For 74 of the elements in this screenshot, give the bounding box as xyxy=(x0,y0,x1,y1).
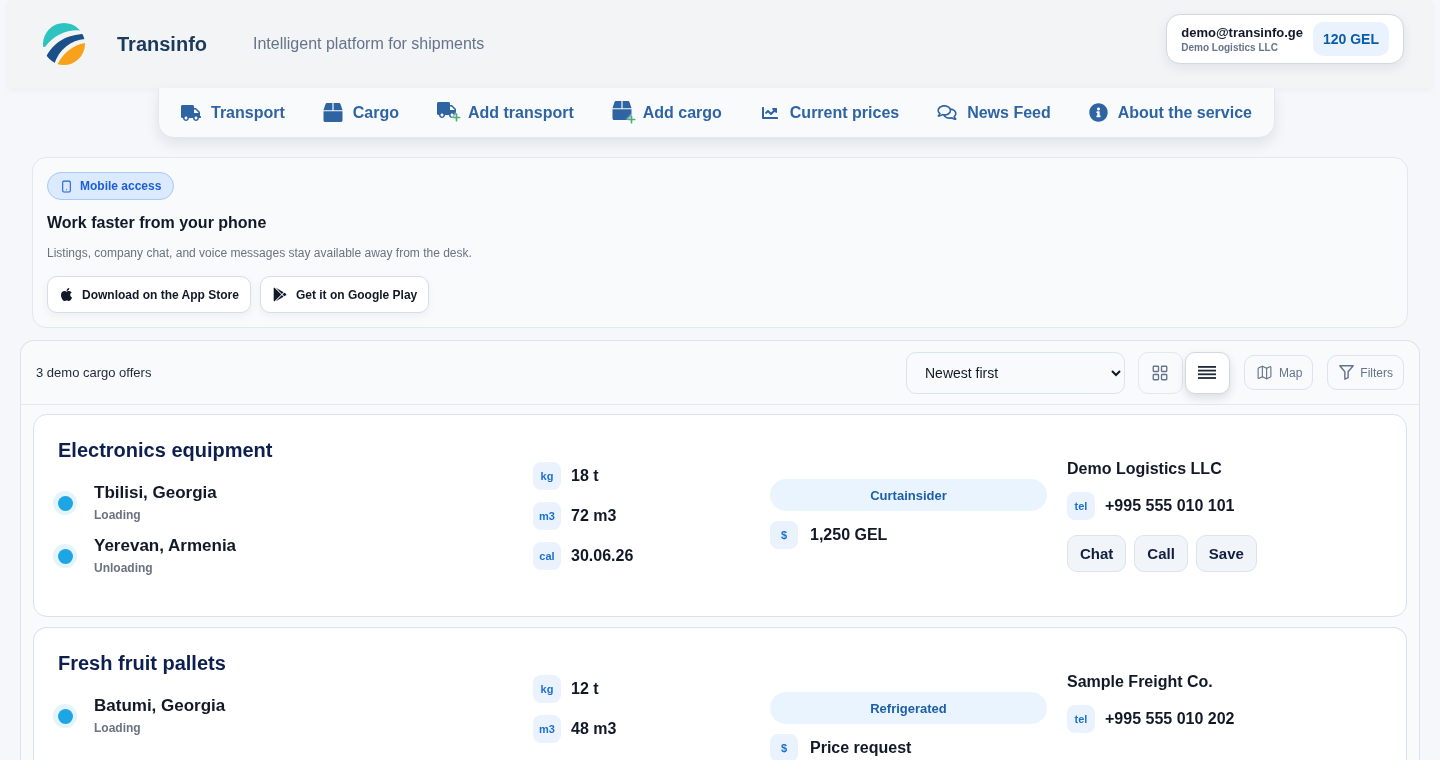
stop-city: Batumi, Georgia xyxy=(94,696,226,716)
body-type-pill: Refrigerated xyxy=(770,692,1047,724)
promo-title: Work faster from your phone xyxy=(47,214,268,232)
grid-view-button[interactable] xyxy=(1138,351,1183,394)
box-icon xyxy=(322,103,343,122)
spec-tag: m3 xyxy=(533,715,561,743)
spec-tag: m3 xyxy=(533,502,561,530)
stop-role: Loading xyxy=(94,720,142,736)
nav-link[interactable]: News Feed xyxy=(937,103,1051,122)
phone-tag: tel xyxy=(1067,705,1095,733)
stop-role: Loading xyxy=(94,507,142,523)
price-tag: $ xyxy=(770,521,798,549)
sort-select[interactable]: Newest first xyxy=(906,351,1125,394)
spec-value: 30.06.26 xyxy=(571,547,634,565)
company-name: Demo Logistics LLC xyxy=(1067,460,1223,478)
box-plus-icon xyxy=(611,100,637,125)
offer-title: Electronics equipment xyxy=(58,438,274,462)
truck-icon xyxy=(181,104,201,121)
stop-city: Tbilisi, Georgia xyxy=(94,483,217,503)
grid-view-icon xyxy=(1151,363,1170,382)
body-type-pill: Curtainsider xyxy=(770,479,1047,511)
nav-link[interactable]: Current prices xyxy=(759,103,900,122)
spec-value: 48 m3 xyxy=(571,720,617,738)
spec-value: 18 t xyxy=(571,467,599,485)
store-button[interactable]: Get it on Google Play xyxy=(259,276,430,313)
stop-role: Unloading xyxy=(94,560,154,576)
card-action-button[interactable]: Call xyxy=(1134,535,1188,572)
phone-number: +995 555 010 202 xyxy=(1105,710,1235,728)
price-value: 1,250 GEL xyxy=(810,526,888,544)
apple-icon xyxy=(60,287,73,302)
spec-value: 12 t xyxy=(571,680,599,698)
brand-name: Transinfo xyxy=(117,32,207,56)
filters-button[interactable]: Filters xyxy=(1327,355,1404,390)
filter-icon xyxy=(1339,365,1355,380)
price-value: Price request xyxy=(810,739,912,757)
brand-logo xyxy=(43,23,85,65)
account-email: demo@transinfo.ge xyxy=(1181,25,1303,40)
route-dot-icon xyxy=(53,704,77,728)
phone-number: +995 555 010 101 xyxy=(1105,497,1235,515)
phone-tag: tel xyxy=(1067,492,1095,520)
nav-link[interactable]: Cargo xyxy=(322,103,399,122)
offer-count: 3 demo cargo offers xyxy=(36,365,152,380)
nav-link[interactable]: About the service xyxy=(1088,103,1252,122)
stop-city: Yerevan, Armenia xyxy=(94,536,237,556)
spec-tag: cal xyxy=(533,542,561,570)
tagline-text: Intelligent platform for shipments xyxy=(253,35,485,53)
play-icon xyxy=(272,287,287,302)
info-icon xyxy=(1088,103,1108,122)
spec-tag: kg xyxy=(533,462,561,490)
truck-plus-icon xyxy=(436,102,462,123)
account-company: Demo Logistics LLC xyxy=(1181,42,1279,53)
promo-text: Listings, company chat, and voice messages stay available away from the desk. xyxy=(47,246,473,260)
card-action-button[interactable]: Chat xyxy=(1067,535,1127,572)
chat-bubbles-icon xyxy=(937,104,958,121)
nav-link[interactable]: Add transport xyxy=(436,102,574,123)
line-chart-icon xyxy=(759,104,780,121)
mobile-access-badge: Mobile access xyxy=(47,172,175,200)
map-button[interactable]: Map xyxy=(1244,355,1314,390)
phone-icon xyxy=(60,178,73,194)
list-view-button[interactable] xyxy=(1185,351,1230,394)
nav-link[interactable]: Transport xyxy=(181,103,285,122)
balance-badge: 120 GEL xyxy=(1312,22,1389,56)
list-view-icon xyxy=(1198,366,1217,379)
card-action-button[interactable]: Save xyxy=(1195,535,1257,572)
offer-title: Fresh fruit pallets xyxy=(58,651,227,675)
route-dot-icon xyxy=(53,544,77,568)
spec-tag: kg xyxy=(533,675,561,703)
price-tag: $ xyxy=(770,734,798,760)
nav-link[interactable]: Add cargo xyxy=(611,100,722,125)
spec-value: 72 m3 xyxy=(571,507,617,525)
route-dot-icon xyxy=(53,491,77,515)
map-icon xyxy=(1256,364,1273,381)
company-name: Sample Freight Co. xyxy=(1067,673,1214,691)
store-button[interactable]: Download on the App Store xyxy=(47,276,251,313)
